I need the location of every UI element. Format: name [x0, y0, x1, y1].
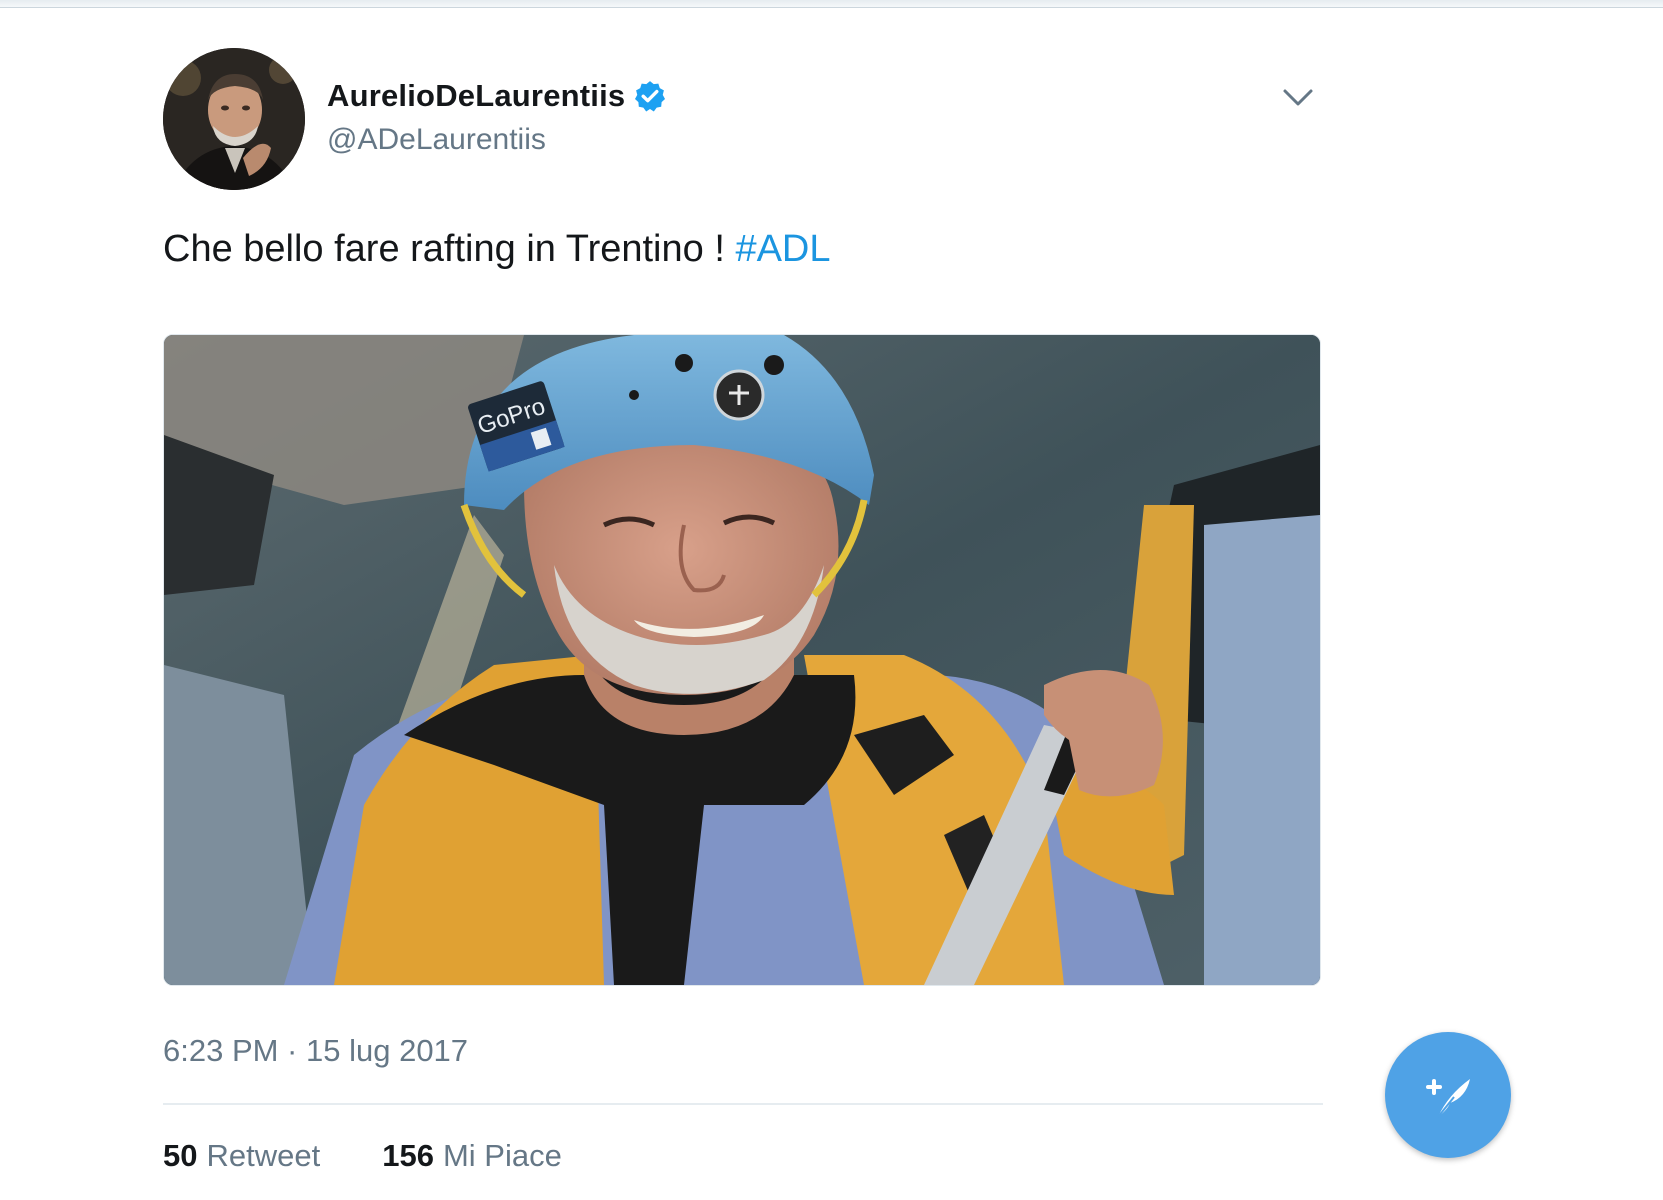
like-label: Mi Piace	[442, 1138, 562, 1173]
rafting-photo: GoPro	[164, 335, 1320, 985]
compose-tweet-button[interactable]	[1385, 1032, 1511, 1158]
tweet-body: Che bello fare rafting in Trentino !	[163, 228, 725, 270]
tweet-text: Che bello fare rafting in Trentino ! #AD…	[163, 228, 831, 271]
author-handle[interactable]: @ADeLaurentiis	[327, 123, 546, 157]
tweet-stats: 50 Retweet 156 Mi Piace	[163, 1138, 562, 1174]
like-count: 156	[382, 1138, 434, 1173]
like-stat[interactable]: 156 Mi Piace	[382, 1138, 562, 1174]
verified-badge-icon	[635, 81, 666, 112]
tweet-timestamp[interactable]: 6:23 PM · 15 lug 2017	[163, 1033, 468, 1069]
author-avatar[interactable]	[163, 48, 305, 190]
compose-tweet-icon	[1426, 1079, 1470, 1118]
hashtag-link[interactable]: #ADL	[735, 228, 830, 270]
chevron-down-icon[interactable]	[1280, 80, 1316, 116]
retweet-count: 50	[163, 1138, 198, 1173]
stats-divider	[163, 1103, 1323, 1105]
retweet-label: Retweet	[206, 1138, 321, 1173]
author-name-row: AurelioDeLaurentiis	[327, 78, 667, 114]
retweet-stat[interactable]: 50 Retweet	[163, 1138, 320, 1174]
avatar-portrait-image	[163, 48, 305, 190]
tweet-media-photo[interactable]: GoPro	[163, 334, 1321, 986]
author-name[interactable]: AurelioDeLaurentiis	[327, 78, 625, 114]
top-border	[0, 0, 1663, 8]
